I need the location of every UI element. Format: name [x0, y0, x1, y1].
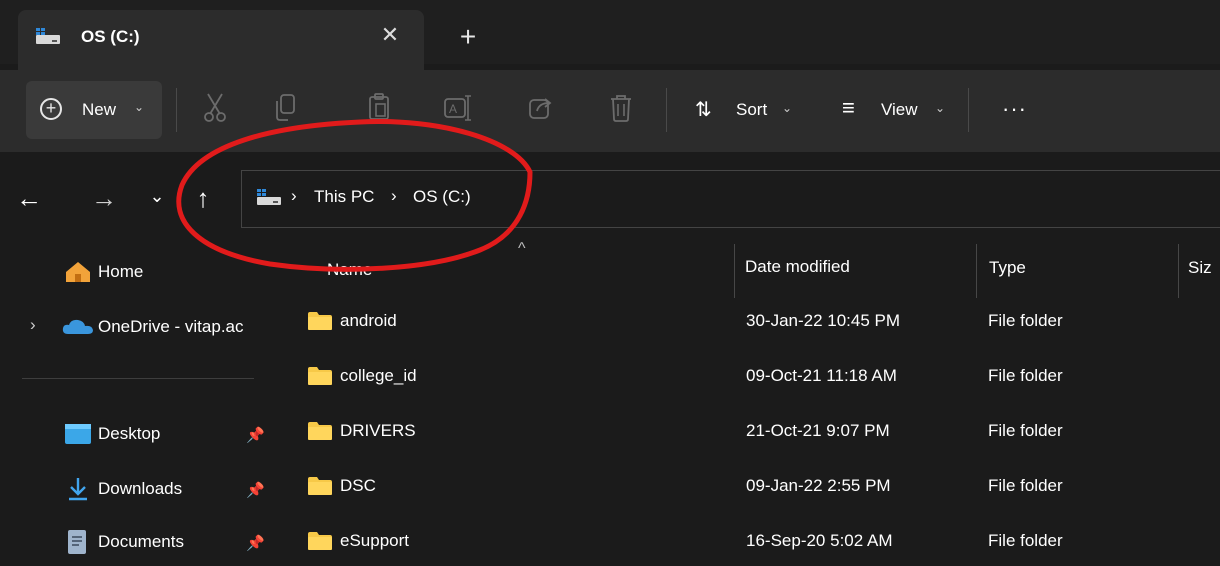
chevron-down-icon: ⌄ [935, 101, 946, 115]
file-date-modified: 16-Sep-20 5:02 AM [746, 531, 893, 550]
cut-icon[interactable] [202, 92, 228, 124]
breadcrumb-os-c[interactable]: OS (C:) [413, 187, 471, 207]
new-tab-button[interactable]: + [454, 22, 482, 52]
file-date-modified: 09-Jan-22 2:55 PM [746, 476, 891, 495]
file-date-modified: 09-Oct-21 11:18 AM [746, 366, 897, 385]
file-row[interactable]: android 30-Jan-22 10:45 PM File folder [290, 296, 1220, 351]
copy-icon[interactable] [272, 92, 298, 124]
delete-icon[interactable] [608, 92, 634, 124]
recent-locations-chevron-icon[interactable]: ⌄ [142, 178, 172, 214]
pin-icon: 📌 [246, 482, 265, 499]
more-options-button[interactable]: ··· [1002, 96, 1027, 122]
breadcrumb-this-pc[interactable]: This PC [314, 187, 374, 207]
file-type: File folder [988, 366, 1063, 385]
new-button-label: New [82, 100, 117, 119]
close-tab-icon[interactable]: ✕ [376, 20, 404, 50]
sidebar-item-home[interactable]: Home [98, 262, 143, 282]
sidebar-item-desktop[interactable]: Desktop [98, 424, 160, 444]
address-bar[interactable] [241, 170, 1220, 228]
back-arrow-icon[interactable]: ← [14, 180, 44, 216]
file-row[interactable]: DSC 09-Jan-22 2:55 PM File folder [290, 461, 1220, 516]
view-icon[interactable]: ≡ [842, 95, 855, 121]
file-name: eSupport [340, 531, 409, 550]
onedrive-cloud-icon [62, 319, 93, 334]
forward-arrow-icon[interactable]: → [89, 180, 119, 216]
view-button[interactable]: View [881, 100, 918, 120]
up-arrow-icon[interactable]: ↑ [188, 180, 218, 216]
file-type: File folder [988, 476, 1063, 495]
paste-icon[interactable] [366, 92, 392, 124]
sidebar-item-documents[interactable]: Documents [98, 532, 184, 552]
home-icon [66, 262, 90, 282]
file-type: File folder [988, 311, 1063, 330]
tab-os-c[interactable] [18, 10, 424, 70]
column-divider[interactable] [734, 244, 735, 298]
sidebar-item-downloads[interactable]: Downloads [98, 479, 182, 499]
pin-icon: 📌 [246, 535, 265, 552]
tab-title: OS (C:) [81, 27, 140, 46]
file-name: DSC [340, 476, 376, 495]
rename-icon[interactable]: A [443, 92, 473, 124]
column-header-type[interactable]: Type [989, 258, 1026, 278]
file-row[interactable]: eSupport 16-Sep-20 5:02 AM File folder [290, 516, 1220, 566]
column-divider[interactable] [976, 244, 977, 298]
file-date-modified: 30-Jan-22 10:45 PM [746, 311, 901, 330]
sort-ascending-icon: ^ [518, 240, 526, 257]
file-row[interactable]: college_id 09-Oct-21 11:18 AM File folde… [290, 351, 1220, 406]
file-name: college_id [340, 366, 417, 385]
chevron-down-icon: ⌄ [134, 100, 145, 114]
column-divider[interactable] [1178, 244, 1179, 298]
file-name: DRIVERS [340, 421, 416, 440]
toolbar-divider [968, 88, 969, 132]
pin-icon: 📌 [246, 427, 265, 444]
sidebar-divider [22, 378, 254, 379]
documents-icon [68, 530, 86, 554]
toolbar-divider [666, 88, 667, 132]
file-type: File folder [988, 531, 1063, 550]
file-date-modified: 21-Oct-21 9:07 PM [746, 421, 890, 440]
toolbar-divider [176, 88, 177, 132]
folder-icon [308, 532, 332, 550]
file-row[interactable]: DRIVERS 21-Oct-21 9:07 PM File folder [290, 406, 1220, 461]
file-name: android [340, 311, 397, 330]
column-header-date-modified[interactable]: Date modified [745, 257, 850, 277]
share-icon[interactable] [527, 92, 555, 124]
folder-icon [308, 422, 332, 440]
folder-icon [308, 477, 332, 495]
column-header-size[interactable]: Siz [1188, 258, 1212, 278]
breadcrumb-separator-icon[interactable]: › [391, 186, 397, 206]
sidebar-item-onedrive[interactable]: OneDrive - vitap.ac [98, 317, 244, 337]
file-type: File folder [988, 421, 1063, 440]
drive-icon [36, 28, 60, 44]
breadcrumb-separator-icon[interactable]: › [291, 186, 297, 206]
expand-chevron-icon[interactable]: › [30, 315, 36, 335]
desktop-icon [65, 424, 91, 444]
drive-icon [257, 189, 281, 205]
add-icon: + [40, 98, 62, 120]
chevron-down-icon: ⌄ [782, 101, 793, 115]
sort-icon[interactable]: ⇅ [695, 97, 712, 122]
folder-icon [308, 312, 332, 330]
folder-icon [308, 367, 332, 385]
column-header-name[interactable]: Name [327, 260, 372, 280]
download-icon [69, 478, 87, 501]
svg-text:A: A [449, 102, 457, 116]
sort-button[interactable]: Sort [736, 100, 767, 120]
